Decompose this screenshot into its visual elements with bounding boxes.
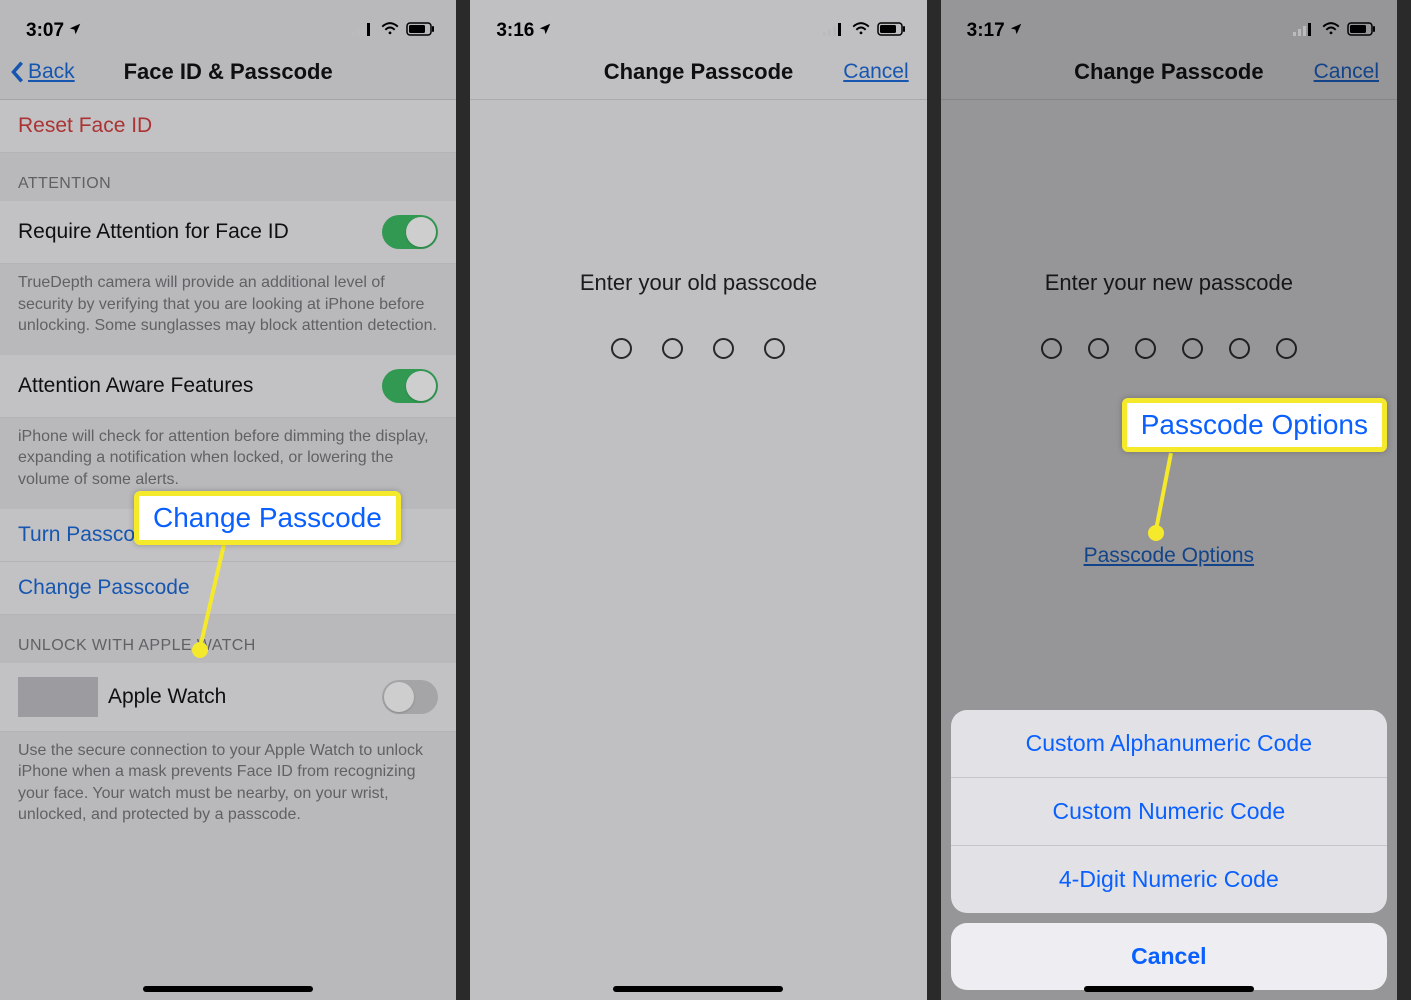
battery-icon (877, 20, 907, 42)
wifi-icon (1321, 20, 1341, 42)
status-bar: 3:16 (470, 0, 926, 44)
status-time: 3:17 (967, 20, 1005, 42)
home-indicator[interactable] (613, 986, 783, 992)
battery-icon (1347, 20, 1377, 42)
sheet-item-4digit[interactable]: 4-Digit Numeric Code (951, 846, 1387, 913)
passcode-dot (713, 338, 734, 359)
battery-icon (406, 20, 436, 42)
passcode-prompt: Enter your new passcode (941, 270, 1397, 296)
passcode-dot (1182, 338, 1203, 359)
wifi-icon (851, 20, 871, 42)
cancel-button[interactable]: Cancel (1314, 44, 1379, 99)
passcode-options-sheet: Custom Alphanumeric Code Custom Numeric … (951, 710, 1387, 990)
cellular-icon (1293, 20, 1315, 42)
nav-bar: Change Passcode Cancel (941, 44, 1397, 100)
passcode-dot (1088, 338, 1109, 359)
apple-watch-thumbnail (18, 677, 98, 717)
passcode-dot (1041, 338, 1062, 359)
status-time: 3:07 (26, 20, 64, 42)
unlock-watch-header: UNLOCK WITH APPLE WATCH (0, 615, 456, 663)
require-attention-label: Require Attention for Face ID (18, 220, 289, 244)
attention-aware-toggle[interactable] (382, 369, 438, 403)
passcode-dot (764, 338, 785, 359)
home-indicator[interactable] (1084, 986, 1254, 992)
callout-change-passcode: Change Passcode (134, 491, 401, 545)
attention-aware-label: Attention Aware Features (18, 374, 253, 398)
passcode-dot (1229, 338, 1250, 359)
page-title: Change Passcode (604, 59, 794, 85)
sheet-item-numeric[interactable]: Custom Numeric Code (951, 778, 1387, 846)
passcode-dots (470, 338, 926, 359)
back-label: Back (28, 60, 75, 84)
location-icon (538, 20, 552, 42)
passcode-options-link[interactable]: Passcode Options (941, 544, 1397, 568)
page-title: Face ID & Passcode (124, 59, 333, 85)
passcode-dot (611, 338, 632, 359)
apple-watch-row[interactable]: Apple Watch (0, 663, 456, 732)
apple-watch-label: Apple Watch (108, 685, 226, 709)
chevron-left-icon (10, 60, 24, 84)
passcode-dot (662, 338, 683, 359)
screen-enter-old-passcode: 3:16 Change Passcode Cancel Enter your o… (470, 0, 940, 1000)
apple-watch-toggle[interactable] (382, 680, 438, 714)
cellular-icon (823, 20, 845, 42)
passcode-dots (941, 338, 1397, 359)
screen-enter-new-passcode: 3:17 Change Passcode Cancel Enter your n… (941, 0, 1411, 1000)
location-icon (68, 20, 82, 42)
location-icon (1009, 20, 1023, 42)
sheet-cancel[interactable]: Cancel (951, 923, 1387, 990)
change-passcode-label: Change Passcode (18, 576, 190, 600)
callout-passcode-options: Passcode Options (1122, 398, 1387, 452)
change-passcode-row[interactable]: Change Passcode (0, 562, 456, 615)
page-title: Change Passcode (1074, 59, 1264, 85)
cancel-button[interactable]: Cancel (843, 44, 908, 99)
home-indicator[interactable] (143, 986, 313, 992)
reset-face-id-row[interactable]: Reset Face ID (0, 100, 456, 153)
back-button[interactable]: Back (10, 44, 75, 99)
attention-aware-row[interactable]: Attention Aware Features (0, 355, 456, 418)
status-bar: 3:17 (941, 0, 1397, 44)
wifi-icon (380, 20, 400, 42)
passcode-prompt: Enter your old passcode (470, 270, 926, 296)
screen-faceid-settings: 3:07 Back Face ID & Passcode (0, 0, 470, 1000)
cellular-icon (352, 20, 374, 42)
require-attention-toggle[interactable] (382, 215, 438, 249)
apple-watch-footer: Use the secure connection to your Apple … (0, 732, 456, 844)
require-attention-row[interactable]: Require Attention for Face ID (0, 201, 456, 264)
sheet-item-alphanumeric[interactable]: Custom Alphanumeric Code (951, 710, 1387, 778)
status-bar: 3:07 (0, 0, 456, 44)
nav-bar: Change Passcode Cancel (470, 44, 926, 100)
status-time: 3:16 (496, 20, 534, 42)
passcode-dot (1276, 338, 1297, 359)
passcode-dot (1135, 338, 1156, 359)
nav-bar: Back Face ID & Passcode (0, 44, 456, 100)
reset-face-id-label: Reset Face ID (18, 114, 152, 138)
attention-header: ATTENTION (0, 153, 456, 201)
require-attention-footer: TrueDepth camera will provide an additio… (0, 264, 456, 355)
